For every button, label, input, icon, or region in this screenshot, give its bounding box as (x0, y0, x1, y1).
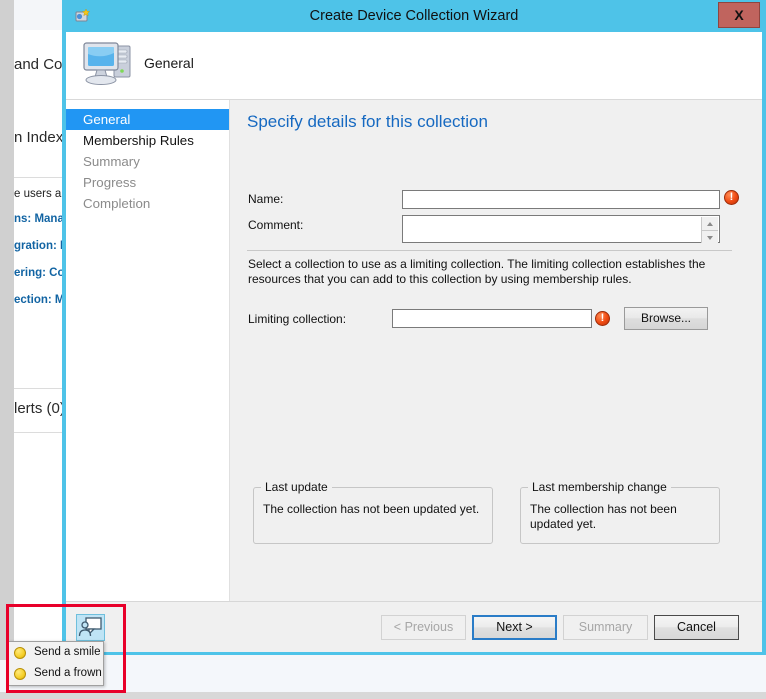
close-button[interactable]: X (718, 2, 760, 28)
background-link-text: ering: Conf (14, 267, 66, 279)
dialog-titlebar[interactable]: Create Device Collection Wizard X (62, 0, 766, 32)
feedback-person-icon (78, 617, 102, 637)
dialog-title: Create Device Collection Wizard (309, 8, 519, 24)
send-a-frown-item[interactable]: Send a frown (9, 663, 103, 684)
wizard-content-pane: Specify details for this collection Name… (230, 100, 762, 601)
send-feedback-button[interactable] (76, 614, 105, 641)
limiting-collection-label: Limiting collection: (248, 312, 347, 326)
summary-button[interactable]: Summary (563, 615, 648, 640)
send-a-frown-label: Send a frown (34, 667, 102, 679)
limiting-collection-description: Select a collection to use as a limiting… (248, 257, 706, 286)
sidebar-item-progress[interactable]: Progress (66, 172, 229, 193)
last-membership-change-value: The collection has not been updated yet. (530, 502, 677, 531)
name-label: Name: (248, 192, 284, 206)
sidebar-item-summary[interactable]: Summary (66, 151, 229, 172)
scroll-down-arrow-icon[interactable] (702, 230, 718, 244)
cancel-button[interactable]: Cancel (654, 615, 739, 640)
browse-button[interactable]: Browse... (624, 307, 708, 330)
section-divider (247, 250, 732, 251)
comment-scroll-arrows[interactable] (701, 217, 718, 243)
computer-icon (78, 37, 140, 93)
dialog-header-title: General (144, 55, 194, 71)
background-heading-text: and Co (14, 56, 63, 73)
background-alerts-label: lerts (0) (14, 400, 65, 417)
background-subheading-text: n Index (14, 129, 64, 146)
sidebar-item-membership-rules[interactable]: Membership Rules (66, 130, 229, 151)
background-link-text: ns: Manag (14, 213, 66, 225)
page-title: Specify details for this collection (247, 112, 488, 131)
sidebar-item-general[interactable]: General (66, 109, 229, 130)
feedback-context-menu[interactable]: Send a smile Send a frown (8, 641, 104, 686)
dialog-header-band: General (66, 32, 762, 100)
frown-icon (14, 668, 26, 680)
last-update-value: The collection has not been updated yet. (263, 502, 480, 516)
scroll-up-arrow-icon[interactable] (702, 217, 718, 230)
last-update-group: Last update The collection has not been … (253, 480, 493, 544)
send-a-smile-item[interactable]: Send a smile (9, 642, 103, 663)
background-link-text: ection: Ma (14, 294, 66, 306)
background-content-panel (14, 30, 67, 660)
sidebar-item-completion[interactable]: Completion (66, 193, 229, 214)
background-left-strip (0, 0, 14, 699)
last-membership-change-group: Last membership change The collection ha… (520, 480, 720, 544)
background-status-bar (0, 660, 766, 692)
limiting-collection-input[interactable] (392, 309, 592, 328)
previous-button[interactable]: < Previous (381, 615, 466, 640)
background-separator (14, 177, 66, 178)
wizard-step-sidebar: General Membership Rules Summary Progres… (66, 100, 230, 601)
comment-label: Comment: (248, 218, 304, 232)
background-window-edge (0, 692, 766, 699)
next-button[interactable]: Next > (472, 615, 557, 640)
smile-icon (14, 647, 26, 659)
comment-input[interactable] (402, 215, 720, 243)
background-separator (14, 432, 66, 433)
last-update-legend: Last update (261, 480, 332, 494)
dialog-footer: < Previous Next > Summary Cancel (66, 601, 762, 652)
background-body-text: e users and (14, 188, 66, 200)
name-error-icon (724, 190, 739, 205)
last-membership-change-legend: Last membership change (528, 480, 671, 494)
background-separator (14, 388, 66, 389)
name-input[interactable] (402, 190, 720, 209)
send-a-smile-label: Send a smile (34, 646, 101, 658)
background-link-text: gration: Ma (14, 240, 66, 252)
limiting-collection-error-icon (595, 311, 610, 326)
